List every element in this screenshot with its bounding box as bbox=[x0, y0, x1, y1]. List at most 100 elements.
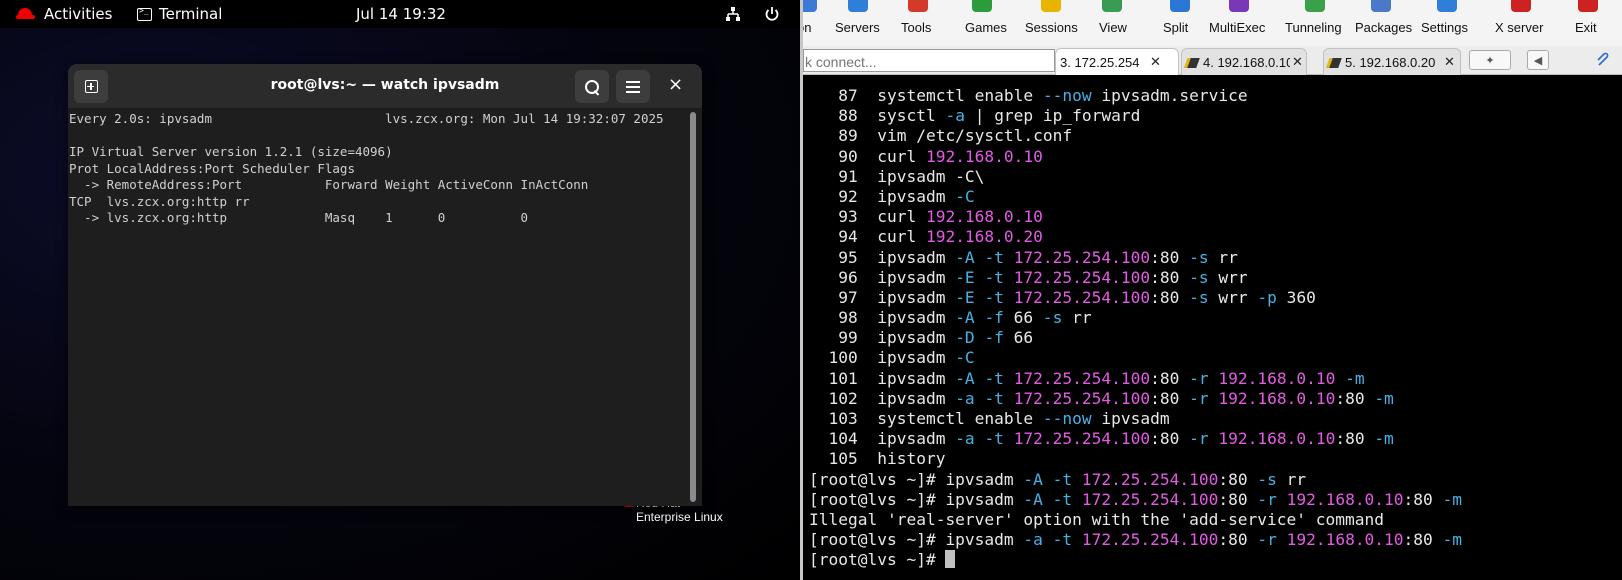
mobaxterm-window: on Servers Tools Games Sessions View Split Mult… bbox=[803, 0, 1622, 580]
terminal-scrollbar[interactable] bbox=[690, 112, 696, 502]
toolbar-label: MultiExec bbox=[1209, 20, 1266, 35]
triangle-left-icon: ◀ bbox=[1533, 53, 1543, 67]
option-flag-text: -a bbox=[945, 106, 965, 126]
option-flag-text: -A bbox=[1023, 469, 1043, 489]
option-flag-text: -m bbox=[1442, 530, 1463, 550]
terminal-text: rr bbox=[1208, 247, 1238, 267]
terminal-text: :80 bbox=[1150, 429, 1190, 449]
terminal-line: 88 sysctl -a | grep ip_forward bbox=[809, 106, 1622, 126]
terminal-line: 89 vim /etc/sysctl.conf bbox=[809, 126, 1622, 146]
close-window-button[interactable]: × bbox=[668, 75, 683, 95]
ip-address-text: 172.25.254.100 bbox=[1013, 368, 1151, 388]
tab-label: 4. 192.168.0.10 bbox=[1203, 55, 1294, 70]
toolbar-label: Packages bbox=[1355, 20, 1413, 35]
terminal-text: wrr bbox=[1208, 287, 1258, 307]
terminal-text: rr bbox=[1062, 308, 1092, 328]
toolbar-label: Split bbox=[1163, 20, 1189, 35]
toolbar-label: Tunneling bbox=[1285, 20, 1342, 35]
ssh-terminal-output[interactable]: 87 systemctl enable --now ipvsadm.servic… bbox=[803, 75, 1622, 580]
ip-address-text: 172.25.254.100 bbox=[1013, 267, 1151, 287]
ip-address-text: 172.25.254.100 bbox=[1081, 530, 1219, 550]
terminal-line: 90 curl 192.168.0.10 bbox=[809, 147, 1622, 167]
toolbar-label: X server bbox=[1495, 20, 1544, 35]
terminal-text: 103 systemctl enable bbox=[809, 409, 1043, 428]
ip-address-text: 172.25.254.100 bbox=[1013, 287, 1151, 307]
ip-address-text: 192.168.0.10 bbox=[1218, 429, 1336, 449]
terminal-text: :80 bbox=[1403, 530, 1443, 550]
tab-close-icon[interactable]: ✕ bbox=[1290, 54, 1303, 70]
toolbar-label: Games bbox=[965, 20, 1007, 35]
toolbar-servers-icon bbox=[848, 0, 869, 12]
terminal-text: 66 bbox=[1003, 328, 1034, 348]
activities-button[interactable]: Activities bbox=[16, 5, 112, 23]
terminal-line: 95 ipvsadm -A -t 172.25.254.100:80 -s rr bbox=[809, 248, 1622, 268]
menu-button[interactable] bbox=[616, 70, 650, 103]
tab-session-4[interactable]: 4. 192.168.0.10 ✕ bbox=[1181, 48, 1307, 75]
option-flag-text: -a bbox=[1023, 530, 1043, 550]
terminal-text: | grep ip_forward bbox=[964, 106, 1141, 126]
toolbar-split-icon bbox=[1169, 0, 1190, 12]
terminal-text: 95 ipvsadm bbox=[809, 247, 956, 267]
search-button[interactable] bbox=[575, 70, 609, 103]
terminal-text: [root@lvs ~]# ipvsadm bbox=[809, 489, 1024, 509]
power-icon[interactable] bbox=[764, 5, 780, 23]
terminal-text: :80 bbox=[1335, 429, 1375, 449]
app-menu-terminal[interactable]: Terminal bbox=[137, 5, 222, 23]
terminal-line: 105 history bbox=[809, 449, 1622, 469]
terminal-line: -> lvs.zcx.org:http Masq 1 0 0 bbox=[69, 210, 529, 225]
tab-session-5[interactable]: 5. 192.168.0.20 ✕ bbox=[1323, 48, 1461, 75]
terminal-header-bar[interactable]: root@lvs:~ — watch ipvsadm × bbox=[68, 64, 702, 109]
clock[interactable]: Jul 14 19:32 bbox=[356, 5, 446, 23]
gnome-top-bar: Activities Terminal Jul 14 19:32 bbox=[0, 0, 800, 28]
option-flag-text: -t bbox=[984, 388, 1004, 408]
terminal-line: 97 ipvsadm -E -t 172.25.254.100:80 -s wr… bbox=[809, 288, 1622, 308]
ip-address-text: 192.168.0.10 bbox=[1286, 530, 1404, 550]
terminal-text: :80 bbox=[1218, 469, 1258, 489]
option-flag-text: -t bbox=[1052, 469, 1073, 489]
toolbar-view-icon bbox=[1102, 0, 1123, 12]
terminal-text: 89 vim /etc/sysctl.conf bbox=[809, 126, 1073, 146]
terminal-line: 99 ipvsadm -D -f 66 bbox=[809, 328, 1622, 348]
scroll-tabs-left-button[interactable]: ◀ bbox=[1527, 50, 1549, 70]
terminal-text: 104 ipvsadm bbox=[809, 429, 956, 449]
terminal-text: 360 bbox=[1276, 287, 1316, 307]
terminal-line: 87 systemctl enable --now ipvsadm.servic… bbox=[809, 86, 1622, 106]
option-flag-text: -A bbox=[955, 247, 975, 267]
terminal-window[interactable]: root@lvs:~ — watch ipvsadm × Every 2.0s:… bbox=[68, 64, 702, 506]
terminal-line: 103 systemctl enable --now ipvsadm bbox=[809, 409, 1622, 429]
new-tab-button[interactable]: ✦ bbox=[1469, 50, 1511, 70]
wordmark-line-2: Enterprise Linux bbox=[636, 510, 723, 524]
terminal-text: 90 curl bbox=[809, 146, 926, 166]
app-menu-label: Terminal bbox=[159, 5, 223, 23]
option-flag-text: -t bbox=[984, 368, 1004, 388]
terminal-line: Every 2.0s: ipvsadm lvs.zcx.org: Mon Jul… bbox=[69, 111, 664, 126]
tab-session-3[interactable]: 3. 172.25.254 ✕ bbox=[1055, 48, 1179, 75]
ip-address-text: 172.25.254.100 bbox=[1081, 489, 1219, 509]
terminal-line: [root@lvs ~]# bbox=[809, 550, 1622, 570]
option-flag-text: -m bbox=[1374, 388, 1394, 408]
attach-icon[interactable] bbox=[1595, 52, 1611, 68]
tab-close-icon[interactable]: ✕ bbox=[1442, 54, 1455, 70]
option-flag-text: -t bbox=[984, 267, 1004, 287]
quick-connect-input[interactable] bbox=[803, 49, 1055, 72]
activities-label: Activities bbox=[44, 5, 113, 23]
toolbar-label: Servers bbox=[835, 20, 880, 35]
gnome-desktop: Activities Terminal Jul 14 19:32 Red Hat… bbox=[0, 0, 800, 580]
tab-label: 5. 192.168.0.20 bbox=[1345, 55, 1436, 70]
terminal-text: 91 ipvsadm -C\ bbox=[809, 166, 985, 186]
tab-close-icon[interactable]: ✕ bbox=[1150, 54, 1161, 70]
toolbar-label: Exit bbox=[1575, 20, 1597, 35]
terminal-output[interactable]: Every 2.0s: ipvsadm lvs.zcx.org: Mon Jul… bbox=[68, 109, 688, 506]
network-icon[interactable] bbox=[725, 5, 741, 23]
